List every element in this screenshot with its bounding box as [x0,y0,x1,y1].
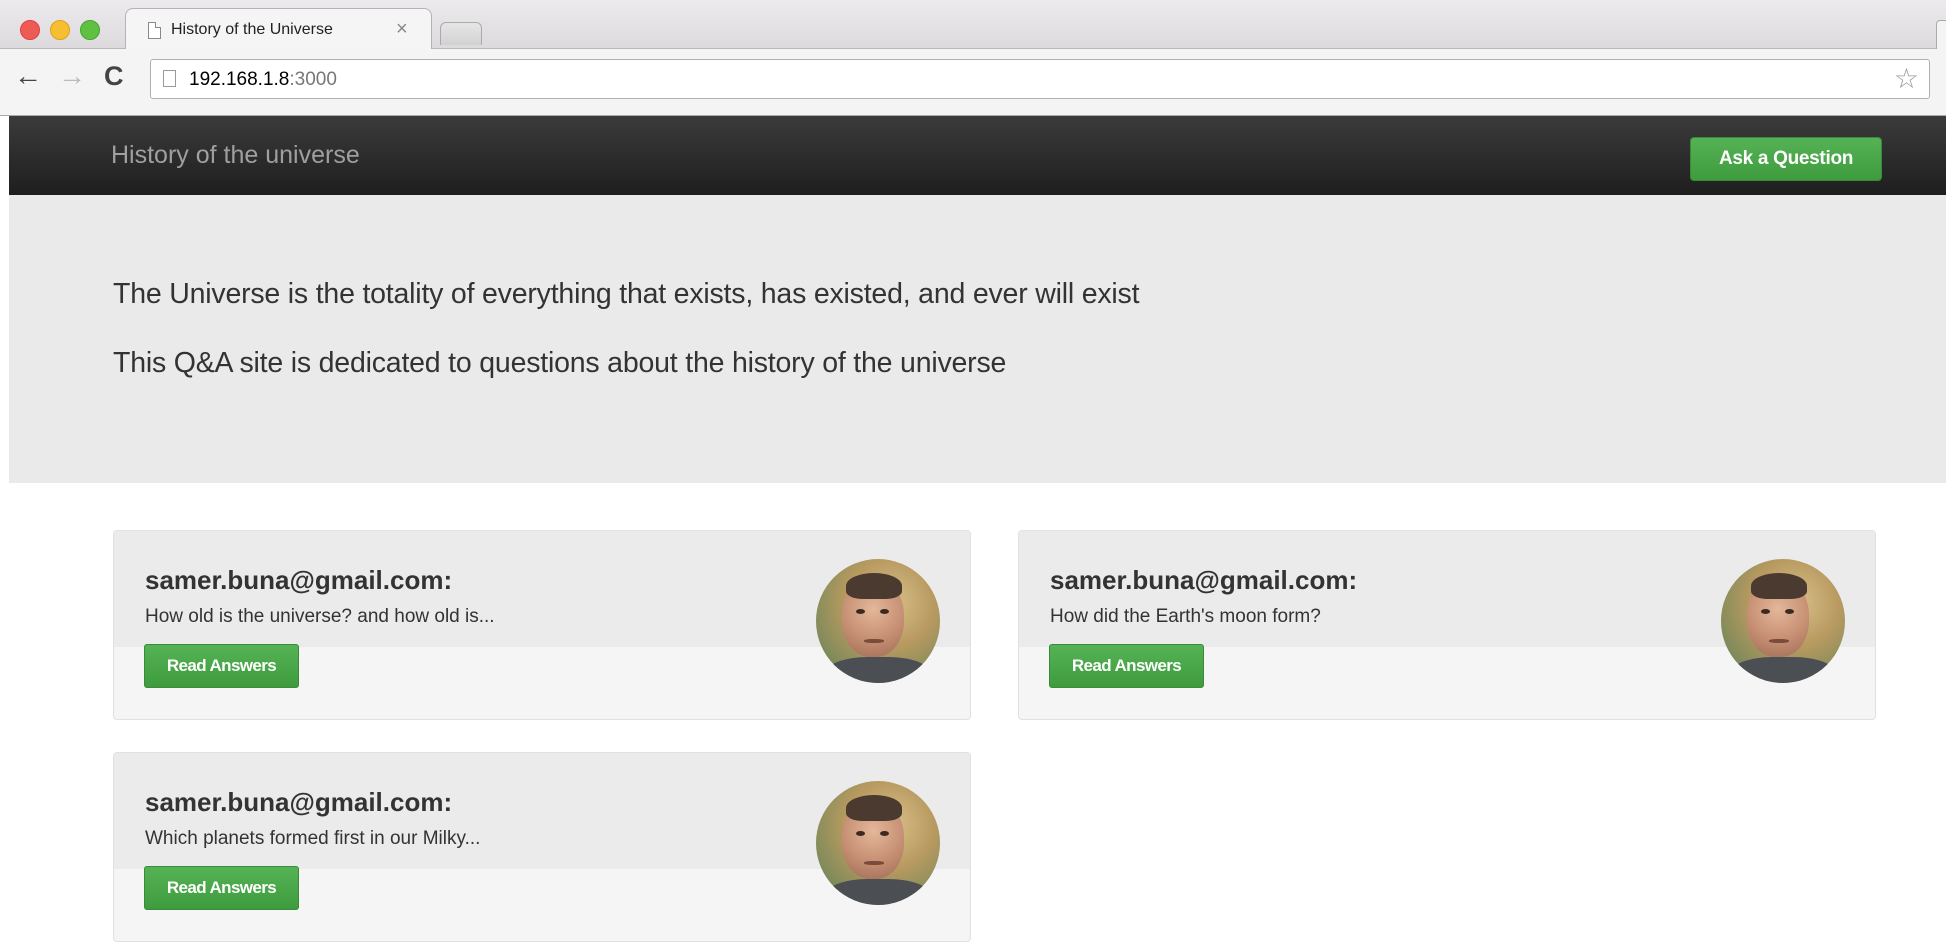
close-icon[interactable]: × [396,18,408,41]
page-icon [148,22,161,39]
question-author: samer.buna@gmail.com: [145,565,453,595]
page-icon [163,70,176,87]
back-arrow-icon[interactable]: ← [14,62,42,90]
read-answers-button[interactable]: Read Answers [144,866,299,910]
question-card: samer.buna@gmail.com: How did the Earth'… [1018,530,1876,720]
browser-tab[interactable]: History of the Universe × [125,8,432,50]
new-tab-button[interactable] [440,22,482,45]
window-close-button[interactable] [20,20,40,40]
read-answers-button[interactable]: Read Answers [1049,644,1204,688]
reload-icon[interactable]: C [104,62,124,90]
question-card: samer.buna@gmail.com: How old is the uni… [113,530,971,720]
intro-text: The Universe is the totality of everythi… [113,278,1140,310]
bookmark-star-icon[interactable]: ☆ [1894,62,1919,95]
question-card: samer.buna@gmail.com: Which planets form… [113,752,971,942]
site-navbar: History of the universe Ask a Question [9,116,1946,195]
site-brand[interactable]: History of the universe [111,141,360,170]
intro-subtext: This Q&A site is dedicated to questions … [113,347,1007,379]
url-port: :3000 [289,69,337,90]
url-host: 192.168.1.8 [189,69,290,90]
question-text: How did the Earth's moon form? [1050,606,1321,627]
window-minimize-button[interactable] [50,20,70,40]
avatar [816,559,940,683]
window-zoom-button[interactable] [80,20,100,40]
forward-arrow-icon[interactable]: → [58,62,86,90]
avatar [816,781,940,905]
question-author: samer.buna@gmail.com: [1050,565,1358,595]
tab-title: History of the Universe [171,21,333,38]
question-text: Which planets formed first in our Milky.… [145,828,481,849]
jumbotron: The Universe is the totality of everythi… [9,195,1946,483]
read-answers-button[interactable]: Read Answers [144,644,299,688]
browser-toolbar: ← → C 192.168.1.8:3000 ☆ [0,49,1946,116]
ask-question-button[interactable]: Ask a Question [1690,137,1882,181]
avatar [1721,559,1845,683]
browser-tab-strip: History of the Universe × [0,0,1946,52]
url-text[interactable]: 192.168.1.8:3000 [189,69,337,91]
address-bar[interactable]: 192.168.1.8:3000 ☆ [150,59,1930,99]
question-author: samer.buna@gmail.com: [145,787,453,817]
window-corner-button[interactable] [1936,20,1946,52]
question-text: How old is the universe? and how old is.… [145,606,495,627]
